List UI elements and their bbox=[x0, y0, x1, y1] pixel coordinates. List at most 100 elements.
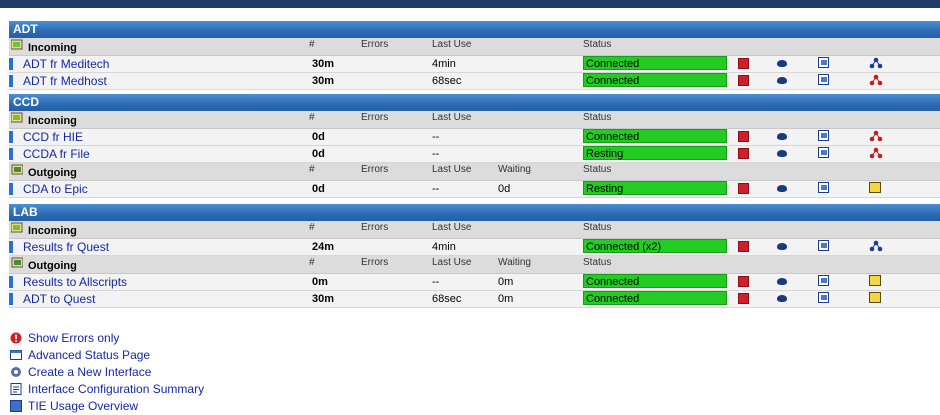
col-waiting: Waiting bbox=[498, 257, 531, 268]
stop-icon[interactable] bbox=[738, 183, 749, 194]
queue-icon[interactable] bbox=[869, 275, 881, 286]
link-label[interactable]: Create a New Interface bbox=[28, 365, 151, 379]
view-icon[interactable] bbox=[777, 243, 787, 250]
edit-icon[interactable] bbox=[818, 74, 829, 85]
group-label: Incoming bbox=[28, 42, 77, 54]
config-icon bbox=[10, 383, 22, 395]
link-label[interactable]: Show Errors only bbox=[28, 331, 119, 345]
last-use-value: -- bbox=[432, 183, 440, 195]
tree-icon[interactable] bbox=[869, 57, 883, 69]
col-count: # bbox=[309, 222, 315, 233]
waiting-value: 0m bbox=[498, 276, 514, 288]
section-title: LAB bbox=[9, 204, 940, 221]
last-use-value: -- bbox=[432, 148, 440, 160]
incoming-icon bbox=[11, 112, 23, 123]
col-errors: Errors bbox=[361, 112, 389, 123]
interface-link[interactable]: CCD fr HIE bbox=[23, 130, 83, 144]
edit-icon[interactable] bbox=[818, 147, 829, 158]
col-last-use: Last Use bbox=[432, 257, 472, 268]
table-row: ADT fr Medhost 30m 68sec Connected bbox=[9, 73, 940, 90]
interface-link[interactable]: ADT to Quest bbox=[23, 292, 95, 306]
stop-icon[interactable] bbox=[738, 241, 749, 252]
group-label: Incoming bbox=[28, 225, 77, 237]
stop-icon[interactable] bbox=[738, 293, 749, 304]
col-waiting: Waiting bbox=[498, 164, 531, 175]
edit-icon[interactable] bbox=[818, 240, 829, 251]
edit-icon[interactable] bbox=[818, 275, 829, 286]
status-badge: Connected bbox=[583, 291, 727, 305]
count-value: 30m bbox=[312, 293, 335, 305]
interface-link[interactable]: CCDA fr File bbox=[23, 147, 90, 161]
status-badge: Resting bbox=[583, 181, 727, 195]
table-row: ADT fr Meditech 30m 4min Connected bbox=[9, 56, 940, 73]
last-use-value: -- bbox=[432, 131, 440, 143]
table-row: ADT to Quest 30m 68sec 0m Connected bbox=[9, 291, 940, 308]
col-last-use: Last Use bbox=[432, 222, 472, 233]
col-last-use: Last Use bbox=[432, 112, 472, 123]
tree-red-icon[interactable] bbox=[869, 74, 883, 86]
stop-icon[interactable] bbox=[738, 75, 749, 86]
link-label[interactable]: Interface Configuration Summary bbox=[28, 382, 204, 396]
row-marker bbox=[9, 58, 13, 70]
view-icon[interactable] bbox=[777, 150, 787, 157]
count-value: 0d bbox=[312, 131, 325, 143]
row-marker bbox=[9, 293, 13, 305]
tree-icon[interactable] bbox=[869, 240, 883, 252]
queue-icon[interactable] bbox=[869, 182, 881, 193]
view-icon[interactable] bbox=[777, 60, 787, 67]
col-status: Status bbox=[583, 164, 612, 175]
stop-icon[interactable] bbox=[738, 276, 749, 287]
col-status: Status bbox=[583, 222, 612, 233]
col-status: Status bbox=[583, 257, 612, 268]
tree-red-icon[interactable] bbox=[869, 130, 883, 142]
edit-icon[interactable] bbox=[818, 292, 829, 303]
section-adt: ADT Incoming # Errors Last Use Status AD… bbox=[9, 21, 940, 90]
count-value: 30m bbox=[312, 75, 335, 87]
edit-icon[interactable] bbox=[818, 182, 829, 193]
col-status: Status bbox=[583, 39, 612, 50]
group-header-incoming: Incoming # Errors Last Use Status bbox=[9, 38, 940, 56]
link-label[interactable]: Advanced Status Page bbox=[28, 348, 150, 362]
section-lab: LAB Incoming # Errors Last Use Status Re… bbox=[9, 204, 940, 308]
col-errors: Errors bbox=[361, 164, 389, 175]
stop-icon[interactable] bbox=[738, 148, 749, 159]
row-marker bbox=[9, 75, 13, 87]
row-marker bbox=[9, 183, 13, 195]
link-label[interactable]: TIE Usage Overview bbox=[28, 399, 138, 413]
view-icon[interactable] bbox=[777, 77, 787, 84]
col-errors: Errors bbox=[361, 39, 389, 50]
interface-link[interactable]: ADT fr Medhost bbox=[23, 74, 107, 88]
view-icon[interactable] bbox=[777, 278, 787, 285]
queue-icon[interactable] bbox=[869, 292, 881, 303]
group-label: Outgoing bbox=[28, 167, 77, 179]
section-title: CCD bbox=[9, 94, 940, 111]
view-icon[interactable] bbox=[777, 295, 787, 302]
row-marker bbox=[9, 276, 13, 288]
status-badge: Resting bbox=[583, 146, 727, 160]
col-count: # bbox=[309, 39, 315, 50]
section-title: ADT bbox=[9, 21, 940, 38]
table-row: CCDA fr File 0d -- Resting bbox=[9, 146, 940, 163]
last-use-value: 68sec bbox=[432, 293, 462, 305]
stop-icon[interactable] bbox=[738, 58, 749, 69]
interface-link[interactable]: CDA to Epic bbox=[23, 182, 88, 196]
incoming-icon bbox=[11, 222, 23, 233]
error-icon bbox=[10, 332, 22, 344]
edit-icon[interactable] bbox=[818, 57, 829, 68]
interface-link[interactable]: Results to Allscripts bbox=[23, 275, 127, 289]
interface-link[interactable]: Results fr Quest bbox=[23, 240, 109, 254]
interface-link[interactable]: ADT fr Meditech bbox=[23, 57, 109, 71]
status-badge: Connected bbox=[583, 129, 727, 143]
edit-icon[interactable] bbox=[818, 130, 829, 141]
view-icon[interactable] bbox=[777, 133, 787, 140]
last-use-value: 4min bbox=[432, 241, 456, 253]
row-marker bbox=[9, 131, 13, 143]
tree-red-icon[interactable] bbox=[869, 147, 883, 159]
col-count: # bbox=[309, 112, 315, 123]
count-value: 0m bbox=[312, 276, 328, 288]
view-icon[interactable] bbox=[777, 185, 787, 192]
outgoing-icon bbox=[11, 164, 23, 175]
row-marker bbox=[9, 241, 13, 253]
col-status: Status bbox=[583, 112, 612, 123]
stop-icon[interactable] bbox=[738, 131, 749, 142]
